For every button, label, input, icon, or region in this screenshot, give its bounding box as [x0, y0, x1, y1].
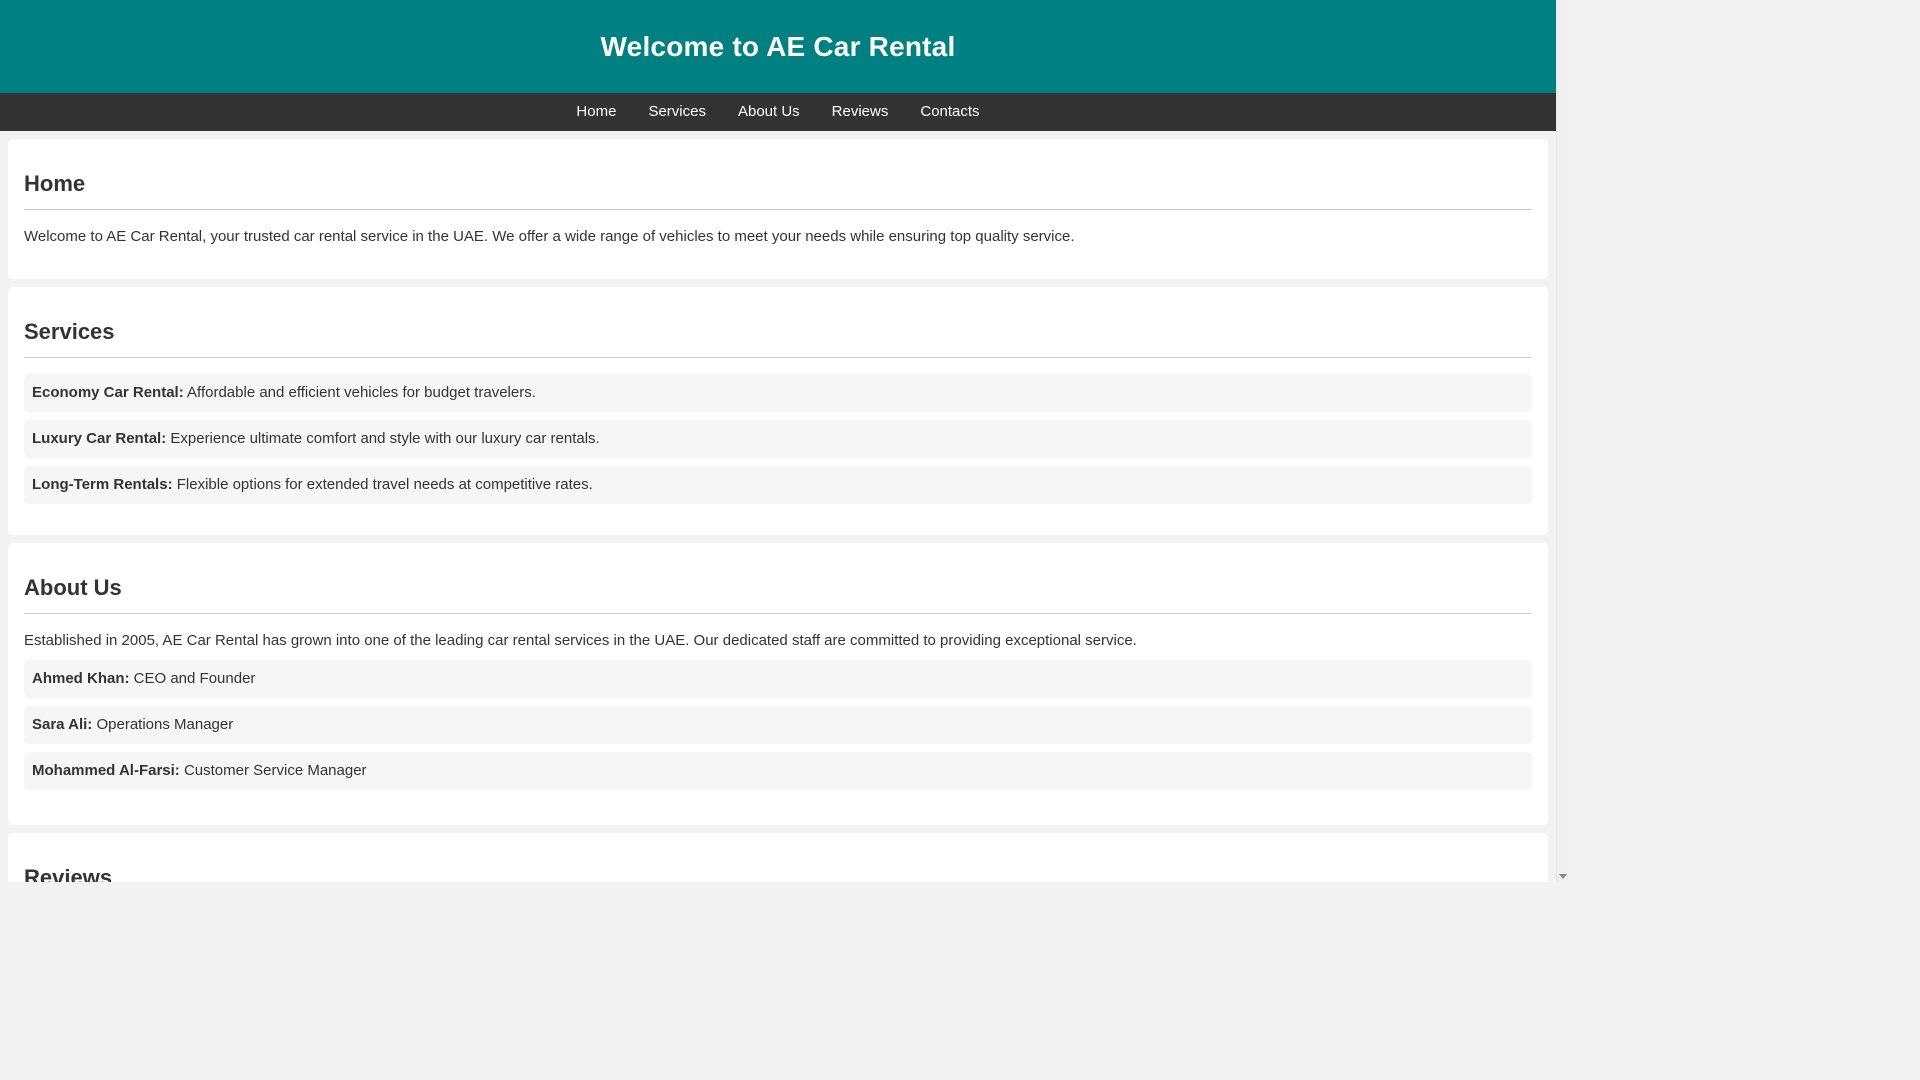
page: Welcome to AE Car Rental Home Services A…: [0, 0, 1556, 882]
services-heading: Services: [24, 319, 1532, 358]
services-section: Services Economy Car Rental: Affordable …: [8, 287, 1548, 535]
service-desc: Flexible options for extended travel nee…: [176, 476, 593, 493]
home-section: Home Welcome to AE Car Rental, your trus…: [8, 139, 1548, 279]
about-heading: About Us: [24, 575, 1532, 614]
reviews-section: Reviews: [8, 833, 1548, 882]
service-item-long-term: Long-Term Rentals: Flexible options for …: [24, 466, 1532, 504]
site-header: Welcome to AE Car Rental: [0, 0, 1556, 93]
nav-link-contacts[interactable]: Contacts: [904, 93, 995, 131]
staff-item-sara: Sara Ali: Operations Manager: [24, 706, 1532, 744]
staff-name: Mohammed Al-Farsi:: [32, 762, 180, 779]
staff-item-mohammed: Mohammed Al-Farsi: Customer Service Mana…: [24, 752, 1532, 790]
nav-link-home[interactable]: Home: [560, 93, 632, 131]
home-text: Welcome to AE Car Rental, your trusted c…: [24, 228, 1075, 245]
vertical-scrollbar[interactable]: [1556, 0, 1568, 882]
service-desc: Experience ultimate comfort and style wi…: [170, 430, 600, 447]
nav-link-services[interactable]: Services: [632, 93, 722, 131]
service-name: Economy Car Rental:: [32, 384, 184, 401]
scroll-down-arrow-icon[interactable]: [1559, 874, 1567, 879]
nav-link-about-us[interactable]: About Us: [722, 93, 816, 131]
staff-role: Operations Manager: [96, 716, 234, 733]
staff-name: Ahmed Khan:: [32, 670, 130, 687]
service-name: Long-Term Rentals:: [32, 476, 173, 493]
main-nav: Home Services About Us Reviews Contacts: [0, 93, 1556, 131]
service-item-economy: Economy Car Rental: Affordable and effic…: [24, 374, 1532, 412]
staff-name: Sara Ali:: [32, 716, 93, 733]
reviews-heading: Reviews: [24, 865, 1532, 882]
service-item-luxury: Luxury Car Rental: Experience ultimate c…: [24, 420, 1532, 458]
staff-role: CEO and Founder: [133, 670, 256, 687]
service-name: Luxury Car Rental:: [32, 430, 167, 447]
about-text: Established in 2005, AE Car Rental has g…: [24, 632, 1137, 649]
home-heading: Home: [24, 171, 1532, 210]
service-desc: Affordable and efficient vehicles for bu…: [187, 384, 536, 401]
about-section: About Us Established in 2005, AE Car Ren…: [8, 543, 1548, 825]
staff-role: Customer Service Manager: [183, 762, 367, 779]
nav-link-reviews[interactable]: Reviews: [816, 93, 905, 131]
staff-item-ahmed: Ahmed Khan: CEO and Founder: [24, 660, 1532, 698]
site-title: Welcome to AE Car Rental: [600, 30, 956, 62]
